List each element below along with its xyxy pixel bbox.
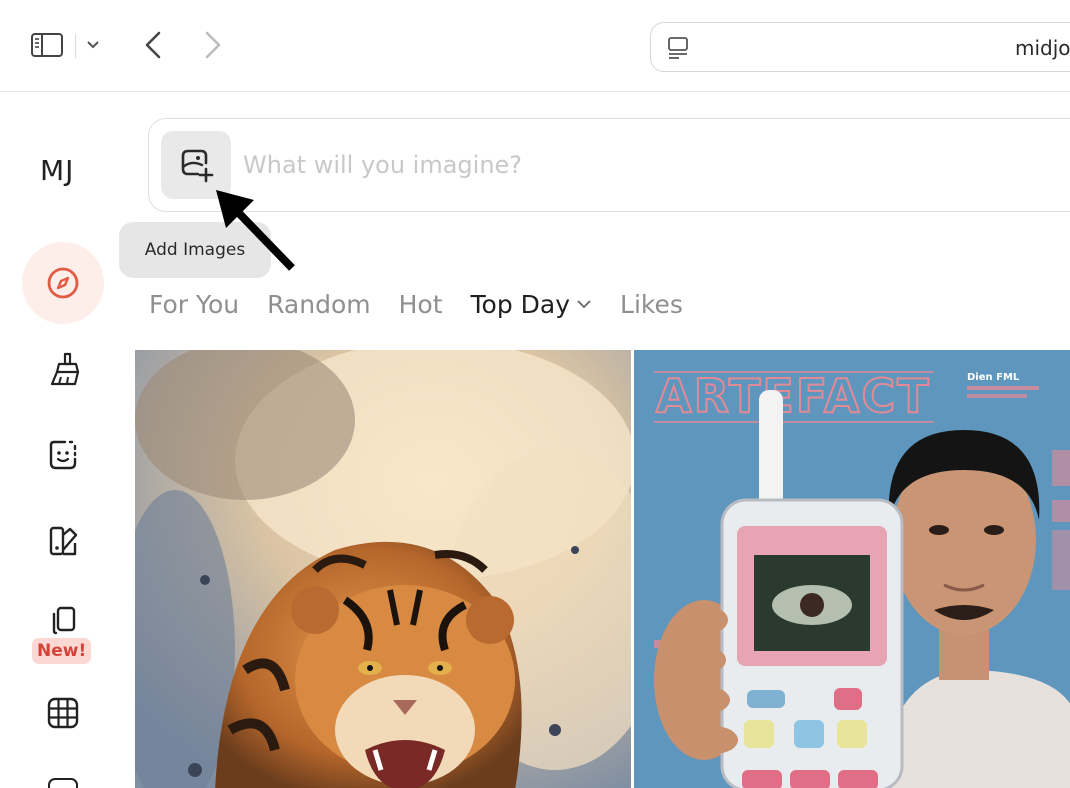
sidebar-item-more[interactable] — [48, 778, 78, 788]
tab-likes[interactable]: Likes — [620, 290, 683, 319]
add-image-icon — [181, 149, 214, 183]
browser-toolbar: midjo — [0, 0, 1070, 92]
cards-icon — [52, 606, 76, 635]
app-window: midjo MJ New! What will you imagine? Add… — [0, 0, 1070, 788]
grid-icon — [47, 697, 79, 729]
sidebar-item-explore[interactable] — [22, 242, 104, 324]
back-button[interactable] — [136, 26, 170, 64]
tab-random[interactable]: Random — [267, 290, 371, 319]
palette-book-icon — [49, 526, 78, 556]
gallery-image-tiger[interactable] — [135, 350, 631, 788]
sidebar-item-personalize[interactable] — [40, 432, 86, 478]
new-badge: New! — [32, 638, 92, 664]
poster-side-label: Dien FML — [967, 372, 1020, 383]
tab-for-you[interactable]: For You — [149, 290, 239, 319]
chevron-right-icon — [205, 31, 221, 59]
chevron-down-icon[interactable] — [82, 34, 104, 56]
site-settings-icon[interactable] — [665, 35, 691, 61]
pointer-arrow-icon — [216, 190, 295, 271]
chevron-down-icon — [577, 300, 591, 309]
feed-tabs: For You Random Hot Top Day Likes — [149, 284, 711, 324]
sidebar-item-grid[interactable] — [40, 690, 86, 736]
prompt-input[interactable] — [243, 147, 1063, 183]
brush-icon — [50, 352, 80, 386]
sidebar-item-organize[interactable] — [40, 518, 86, 564]
image-gallery: ARTEFACT Dien FML — [135, 350, 1070, 788]
forward-button[interactable] — [196, 26, 230, 64]
chevron-left-icon — [145, 31, 161, 59]
compass-icon — [47, 267, 79, 299]
poster-title: ARTEFACT — [656, 369, 931, 423]
address-url: midjo — [1015, 36, 1070, 60]
brand-logo[interactable]: MJ — [40, 154, 74, 187]
sidebar-item-edit[interactable] — [40, 346, 86, 392]
tab-hot[interactable]: Hot — [399, 290, 443, 319]
face-icon — [49, 440, 77, 470]
gallery-image-device[interactable]: ARTEFACT Dien FML — [634, 350, 1070, 788]
tab-top-day[interactable]: Top Day — [471, 290, 593, 319]
toolbar-divider — [75, 34, 76, 58]
address-bar[interactable]: midjo — [650, 22, 1070, 72]
sidebar-toggle-icon[interactable] — [28, 30, 66, 60]
